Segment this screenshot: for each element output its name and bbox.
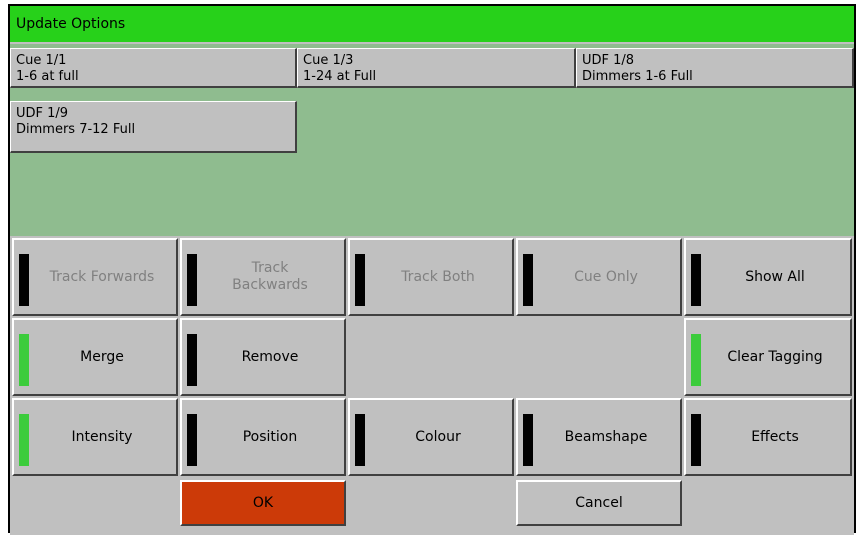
cue-only-label: Cue Only [574,268,638,285]
position-indicator [187,414,197,466]
remove-button[interactable]: Remove [180,318,346,396]
colour-button[interactable]: Colour [348,398,514,476]
window-title: Update Options [10,6,854,42]
intensity-indicator [19,414,29,466]
cue-item-title: UDF 1/8 [582,53,635,68]
cancel-button[interactable]: Cancel [516,480,682,526]
show-all-button[interactable]: Show All [684,238,852,316]
intensity-button[interactable]: Intensity [12,398,178,476]
merge-label: Merge [80,348,124,365]
cue-item-title: Cue 1/3 [303,53,354,68]
cue-list: Cue 1/1 1-6 at full Cue 1/3 1-24 at Full… [10,44,854,236]
effects-indicator [691,414,701,466]
cue-item-3[interactable]: UDF 1/8 Dimmers 1-6 Full [576,48,854,88]
track-backwards-button[interactable]: Track Backwards [180,238,346,316]
remove-indicator [187,334,197,386]
beamshape-label: Beamshape [564,428,648,445]
track-forwards-button[interactable]: Track Forwards [12,238,178,316]
effects-button[interactable]: Effects [684,398,852,476]
track-backwards-label: Track Backwards [232,260,308,293]
beamshape-button[interactable]: Beamshape [516,398,682,476]
track-backwards-indicator [187,254,197,306]
track-forwards-indicator [19,254,29,306]
position-label: Position [242,428,298,445]
cue-item-4[interactable]: UDF 1/9 Dimmers 7-12 Full [10,101,297,153]
beamshape-indicator [523,414,533,466]
cancel-label: Cancel [575,494,623,511]
colour-label: Colour [415,428,461,445]
options-grid: Track Forwards Track Backwards Track Bot… [10,236,854,535]
colour-indicator [355,414,365,466]
cue-item-title: Cue 1/1 [16,53,67,68]
clear-tagging-label: Clear Tagging [727,348,823,365]
ok-button[interactable]: OK [180,480,346,526]
clear-tagging-button[interactable]: Clear Tagging [684,318,852,396]
ok-label: OK [252,494,274,511]
show-all-indicator [691,254,701,306]
cue-item-subtitle: 1-6 at full [16,69,79,84]
merge-button[interactable]: Merge [12,318,178,396]
show-all-label: Show All [745,268,805,285]
cue-item-1[interactable]: Cue 1/1 1-6 at full [10,48,297,88]
update-options-window: Update Options Cue 1/1 1-6 at full Cue 1… [8,4,856,535]
track-both-indicator [355,254,365,306]
remove-label: Remove [241,348,299,365]
cue-item-subtitle: 1-24 at Full [303,69,377,84]
cue-item-title: UDF 1/9 [16,106,69,121]
effects-label: Effects [751,428,799,445]
cue-item-subtitle: Dimmers 1-6 Full [582,69,693,84]
track-both-label: Track Both [401,268,475,285]
track-both-button[interactable]: Track Both [348,238,514,316]
cue-item-2[interactable]: Cue 1/3 1-24 at Full [297,48,576,88]
position-button[interactable]: Position [180,398,346,476]
cue-only-indicator [523,254,533,306]
merge-indicator [19,334,29,386]
intensity-label: Intensity [71,428,133,445]
clear-tagging-indicator [691,334,701,386]
track-forwards-label: Track Forwards [49,268,155,285]
cue-only-button[interactable]: Cue Only [516,238,682,316]
cue-item-subtitle: Dimmers 7-12 Full [16,122,136,137]
